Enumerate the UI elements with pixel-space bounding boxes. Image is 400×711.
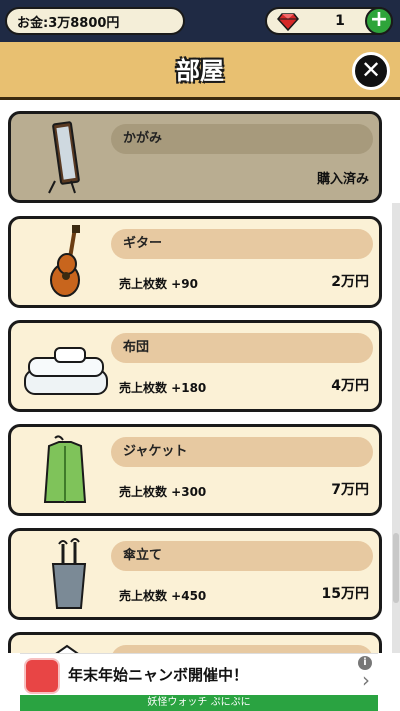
list-item[interactable]: 傘立て 売上枚数 +450 15万円 [8,528,382,620]
sales-stat: 売上枚数 +450 [119,589,207,603]
plus-icon: + [369,7,389,32]
mirror-icon [48,121,80,194]
list-item[interactable]: ジャケット 売上枚数 +300 7万円 [8,424,382,516]
item-price: 4万円 [331,378,369,394]
add-gems-button[interactable]: + [365,7,393,35]
close-button[interactable]: ✕ [352,52,390,90]
list-item[interactable]: 布団 売上枚数 +180 4万円 [8,320,382,412]
umbrella-stand-icon [51,538,87,609]
sales-stat: 売上枚数 +180 [119,381,207,395]
list-item[interactable]: ギター 売上枚数 +90 2万円 [8,216,382,308]
item-price: 2万円 [331,274,369,290]
gem-display: 1 + [265,7,393,35]
money-label: お金:3万8800円 [17,15,120,31]
item-list[interactable]: かがみ 購入済み ギター 売上枚数 +90 2万円 布団 売上枚数 +180 4… [0,103,400,653]
ad-title: 年末年始ニャンボ開催中！ [68,666,249,684]
item-name: 傘立て [111,541,373,571]
status-bar: お金:3万8800円 1 + [0,0,400,42]
sales-stat: 売上枚数 +300 [119,485,207,499]
ad-banner[interactable]: 年末年始ニャンボ開催中！ i › 妖怪ウォッチ ぷにぷに [20,653,378,711]
item-price: 7万円 [331,482,369,498]
item-name: ギター [111,229,373,259]
purchased-label: 購入済み [316,172,369,187]
item-name [111,645,373,653]
next-item-icon [55,644,79,653]
item-name: かがみ [111,124,373,154]
app-icon [24,658,60,694]
futon-icon [24,347,108,395]
item-name: ジャケット [111,437,373,467]
chevron-right-icon[interactable]: › [362,668,370,692]
list-item[interactable]: かがみ 購入済み [8,111,382,203]
page-title: 部屋 [176,57,224,85]
guitar-icon [50,225,80,297]
ruby-gem-icon [277,13,299,31]
item-name: 布団 [111,333,373,363]
jacket-icon [43,435,87,503]
money-display: お金:3万8800円 [5,7,185,35]
item-price: 15万円 [321,586,369,602]
list-item[interactable] [8,632,382,653]
close-icon: ✕ [360,56,382,84]
gem-count: 1 [335,13,345,29]
ad-footer: 妖怪ウォッチ ぷにぷに [20,695,378,711]
sales-stat: 売上枚数 +90 [119,277,198,291]
title-bar: 部屋 ✕ [0,42,400,100]
scrollbar-thumb[interactable] [393,533,399,603]
